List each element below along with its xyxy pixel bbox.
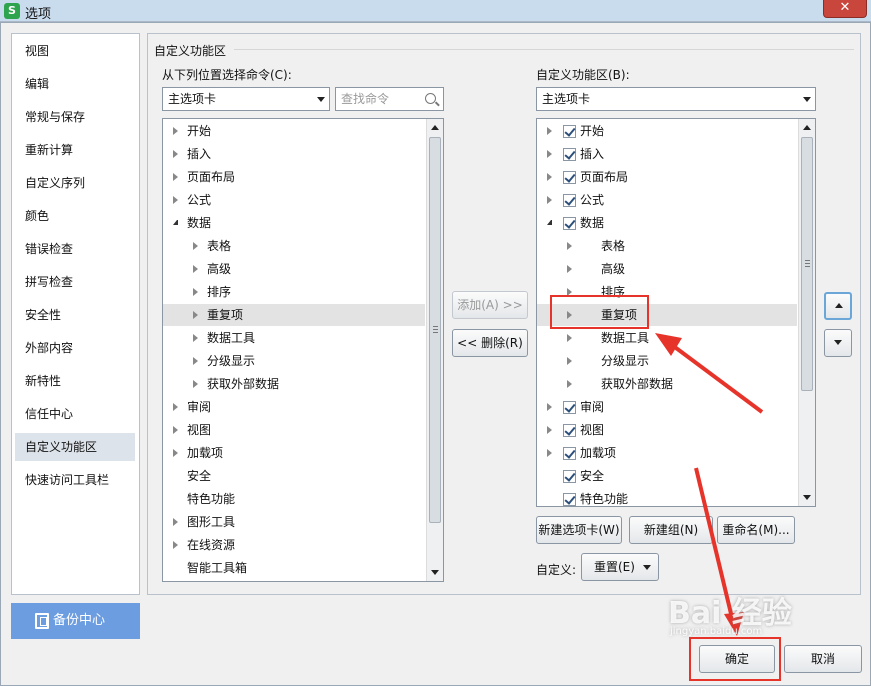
annotation-arrow-line: [666, 340, 764, 414]
annotation-arrowhead: [655, 333, 682, 356]
watermark-subtext: jingyan.baidu.com: [670, 626, 763, 637]
annotation-arrows: [655, 333, 764, 636]
baidu-watermark: Bai 经验 jingyan.baidu.com: [668, 588, 838, 648]
